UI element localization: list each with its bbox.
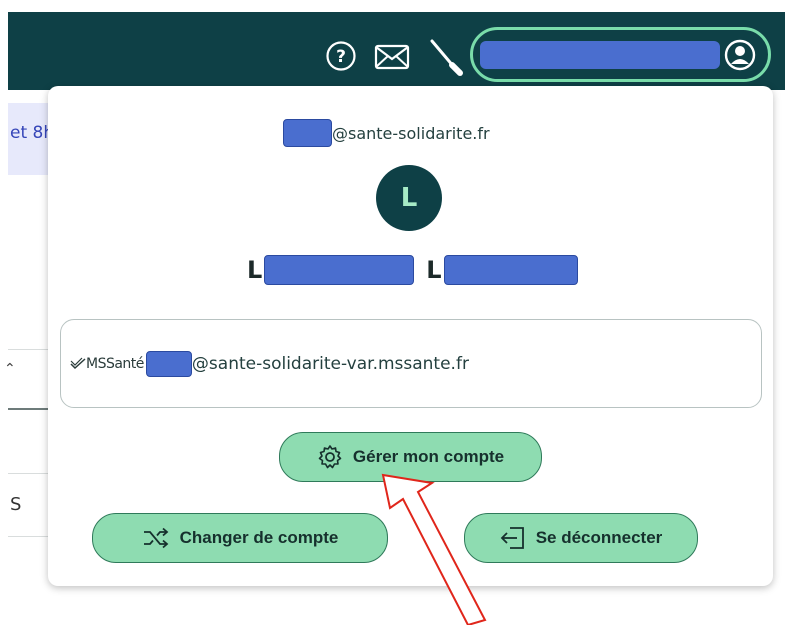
chevron-up-icon: ⌃ xyxy=(4,361,16,377)
mssante-logo: MSSanté xyxy=(86,356,144,372)
first-name-initial: L xyxy=(247,256,263,284)
divider xyxy=(8,536,52,537)
logout-label: Se déconnecter xyxy=(535,528,663,547)
mss-email-suffix: @sante-solidarite-var.mssante.fr xyxy=(191,354,469,374)
shuffle-icon xyxy=(143,527,169,549)
redacted-email-user xyxy=(283,119,332,147)
annotation-arrow xyxy=(381,473,487,625)
redacted-first-name xyxy=(264,255,415,285)
switch-account-button[interactable]: Changer de compte xyxy=(92,513,388,563)
redacted-last-name xyxy=(443,255,578,285)
mail-icon[interactable] xyxy=(374,44,410,70)
divider xyxy=(8,408,52,410)
mssante-email: MSSanté @sante-solidarite-var.mssante.fr xyxy=(70,350,469,378)
list-item: S xyxy=(10,494,22,515)
logout-icon xyxy=(500,527,524,549)
avatar: L xyxy=(376,165,442,231)
manage-account-label: Gérer mon compte xyxy=(352,447,505,466)
email-suffix: @sante-solidarite.fr xyxy=(332,123,490,143)
avatar-initial: L xyxy=(400,183,418,213)
switch-account-label: Changer de compte xyxy=(179,528,339,547)
account-email: @sante-solidarite.fr xyxy=(283,119,490,147)
redacted-mss-user xyxy=(145,351,192,377)
gear-icon xyxy=(318,445,342,469)
help-circle-icon[interactable]: ? xyxy=(325,40,357,72)
divider xyxy=(8,473,52,474)
user-full-name: L L xyxy=(247,253,578,287)
user-circle-icon xyxy=(724,39,756,71)
redacted-username xyxy=(480,41,720,69)
mssante-check-icon xyxy=(70,357,86,370)
tool-icon[interactable] xyxy=(428,38,464,76)
last-name-initial: L xyxy=(426,256,442,284)
divider xyxy=(8,349,52,350)
account-menu-button[interactable] xyxy=(470,27,771,82)
svg-text:?: ? xyxy=(336,47,346,67)
